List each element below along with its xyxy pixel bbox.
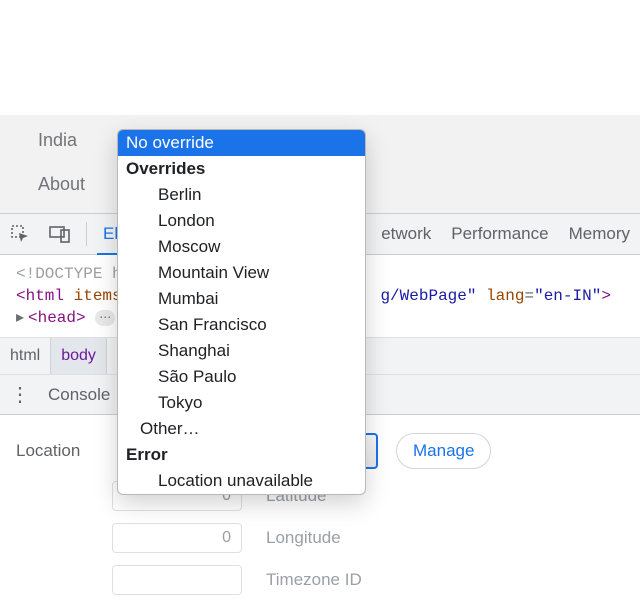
breadcrumb-body[interactable]: body bbox=[51, 338, 107, 374]
expand-arrow-icon[interactable]: ▸ bbox=[16, 307, 28, 329]
dropdown-mumbai[interactable]: Mumbai bbox=[118, 286, 365, 312]
dropdown-mountain-view[interactable]: Mountain View bbox=[118, 260, 365, 286]
dropdown-other[interactable]: Other… bbox=[118, 416, 365, 442]
location-label: Location bbox=[16, 441, 118, 461]
dropdown-sao-paulo[interactable]: São Paulo bbox=[118, 364, 365, 390]
footer-about-link[interactable]: About bbox=[38, 174, 85, 195]
manage-button[interactable]: Manage bbox=[396, 433, 491, 469]
ellipsis-icon[interactable]: ⋯ bbox=[95, 310, 115, 326]
dropdown-london[interactable]: London bbox=[118, 208, 365, 234]
dropdown-no-override[interactable]: No override bbox=[118, 130, 365, 156]
timezone-label: Timezone ID bbox=[266, 570, 362, 590]
tab-network[interactable]: etwork bbox=[377, 224, 435, 244]
drawer-tab-console[interactable]: Console bbox=[48, 385, 110, 405]
dropdown-location-unavailable[interactable]: Location unavailable bbox=[118, 468, 365, 494]
page-content-blank bbox=[0, 0, 640, 115]
breadcrumb-html[interactable]: html bbox=[0, 338, 51, 374]
drawer-kebab-icon[interactable]: ⋮ bbox=[10, 382, 30, 407]
longitude-label: Longitude bbox=[266, 528, 341, 548]
timezone-input[interactable] bbox=[112, 565, 242, 595]
dropdown-error-header: Error bbox=[118, 442, 365, 468]
location-dropdown[interactable]: No override Overrides Berlin London Mosc… bbox=[117, 129, 366, 495]
tab-performance[interactable]: Performance bbox=[447, 224, 552, 244]
dropdown-san-francisco[interactable]: San Francisco bbox=[118, 312, 365, 338]
device-toolbar-icon[interactable] bbox=[46, 220, 74, 248]
dropdown-tokyo[interactable]: Tokyo bbox=[118, 390, 365, 416]
dropdown-moscow[interactable]: Moscow bbox=[118, 234, 365, 260]
dropdown-shanghai[interactable]: Shanghai bbox=[118, 338, 365, 364]
dropdown-overrides-header: Overrides bbox=[118, 156, 365, 182]
dropdown-berlin[interactable]: Berlin bbox=[118, 182, 365, 208]
tab-memory[interactable]: Memory bbox=[565, 224, 634, 244]
inspect-element-icon[interactable] bbox=[6, 220, 34, 248]
longitude-input[interactable] bbox=[112, 523, 242, 553]
